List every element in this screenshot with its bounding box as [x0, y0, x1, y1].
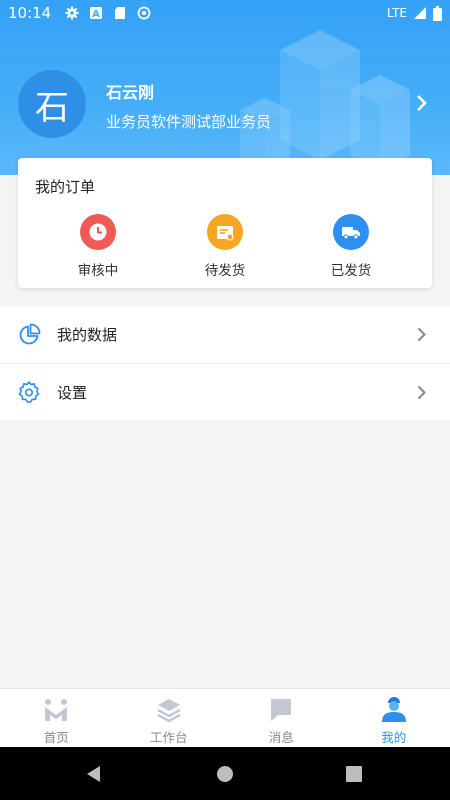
order-status-shipped[interactable]: 已发货	[311, 214, 391, 279]
svg-text:A: A	[92, 9, 100, 20]
chevron-right-icon[interactable]	[416, 94, 428, 112]
package-icon	[207, 214, 243, 250]
home-circle-icon	[217, 765, 233, 782]
truck-icon	[333, 214, 369, 250]
tab-label: 工作台	[149, 730, 188, 745]
tab-label: 消息	[268, 730, 294, 745]
menu-item-my-data[interactable]: 我的数据	[0, 306, 450, 363]
person-icon	[381, 697, 406, 722]
recents-button[interactable]	[324, 747, 384, 800]
back-triangle-icon	[87, 765, 100, 782]
order-status-label: 待发货	[204, 263, 246, 279]
battery-icon	[433, 5, 442, 21]
pie-chart-icon	[19, 323, 41, 344]
tab-label: 我的	[381, 730, 407, 745]
order-status-label: 已发货	[330, 263, 372, 279]
status-bar: 10:14 A LTE	[0, 0, 450, 26]
tab-workbench[interactable]: 工作台	[113, 689, 226, 747]
clock-icon	[80, 214, 116, 250]
orders-card: 我的订单 审核中 待发货 已发货	[18, 158, 432, 288]
profile-header[interactable]: 石 石云刚 业务员软件测试部业务员	[0, 0, 450, 175]
sd-card-icon	[115, 7, 126, 19]
recents-square-icon	[346, 765, 362, 782]
order-status-pending-shipment[interactable]: 待发货	[185, 214, 265, 279]
chevron-right-icon	[417, 385, 426, 400]
order-status-reviewing[interactable]: 审核中	[58, 214, 138, 279]
menu-label: 我的数据	[57, 326, 118, 344]
order-status-label: 审核中	[77, 263, 119, 279]
a-icon: A	[90, 7, 103, 20]
tab-home[interactable]: 首页	[0, 689, 113, 747]
tab-mine[interactable]: 我的	[338, 689, 450, 747]
back-button[interactable]	[64, 747, 124, 800]
tab-messages[interactable]: 消息	[225, 689, 338, 747]
tab-label: 首页	[43, 730, 69, 745]
menu-list: 我的数据 设置	[0, 306, 450, 420]
menu-item-settings[interactable]: 设置	[0, 363, 450, 420]
signal-icon	[414, 7, 426, 19]
layers-icon	[157, 699, 181, 723]
user-name: 石云刚	[106, 83, 155, 102]
bottom-tab-bar: 首页 工作台 消息 我的	[0, 688, 450, 747]
menu-label: 设置	[57, 383, 88, 402]
home-m-icon	[45, 699, 68, 721]
status-time: 10:14	[8, 4, 52, 22]
network-type: LTE	[387, 6, 407, 20]
chevron-right-icon	[417, 327, 426, 342]
avatar[interactable]: 石	[18, 70, 86, 138]
gear-icon	[65, 6, 79, 20]
home-button[interactable]	[195, 747, 255, 800]
message-icon	[271, 699, 292, 721]
user-title: 业务员软件测试部业务员	[106, 113, 272, 131]
sync-icon	[137, 6, 151, 20]
gear-icon	[18, 381, 40, 403]
system-nav-bar	[0, 747, 450, 800]
orders-title: 我的订单	[35, 178, 96, 196]
